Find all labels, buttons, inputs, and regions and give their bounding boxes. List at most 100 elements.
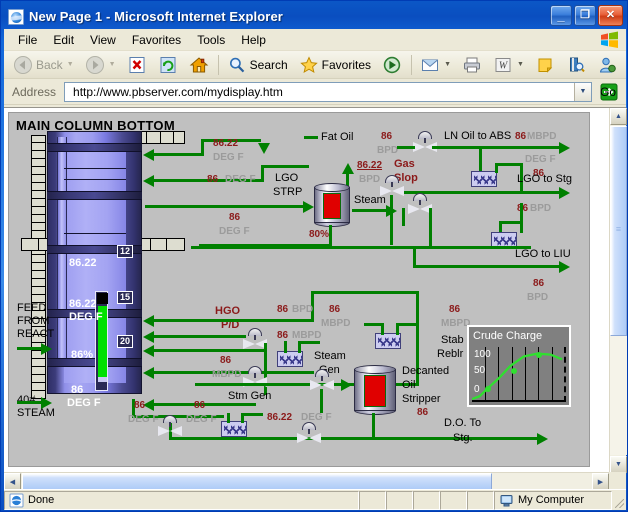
lgo-to-liu-label: LGO to LIU xyxy=(515,248,571,260)
stop-button[interactable] xyxy=(122,53,152,77)
back-arrow-icon xyxy=(13,55,33,75)
back-button[interactable]: Back ▼ xyxy=(8,53,79,77)
media-button[interactable] xyxy=(377,53,407,77)
page-done-icon xyxy=(9,493,24,508)
heat-exchanger-5 xyxy=(221,421,247,437)
steam-gen-label-1: Steam xyxy=(314,350,346,362)
arrow-lgo-to-liu xyxy=(559,261,570,273)
refresh-icon xyxy=(158,55,178,75)
arrow-mid-1 xyxy=(143,331,154,343)
status-bar: Done My Computer xyxy=(4,489,626,510)
pipe-ln-oil-in xyxy=(397,146,415,149)
messenger-button[interactable] xyxy=(592,53,622,77)
notes-button[interactable] xyxy=(530,53,560,77)
feed-label-line3: REACT xyxy=(17,328,55,340)
trend-plot-area: 100 50 0 xyxy=(472,347,566,402)
menu-item-file[interactable]: File xyxy=(10,31,45,49)
decanted-label-2: Oil xyxy=(402,379,416,391)
valve-bottom-left[interactable] xyxy=(157,415,183,437)
value-11-num: 86 xyxy=(277,330,289,341)
value-5-num: 86.22 xyxy=(357,160,383,171)
valve-ln-oil[interactable] xyxy=(412,131,438,153)
pipe-lgo-to-liu-drop xyxy=(413,246,416,266)
crude-charge-trend[interactable]: Crude Charge 100 50 0 xyxy=(467,325,571,407)
trend-marker xyxy=(484,385,491,392)
favorites-button[interactable]: Favorites xyxy=(294,53,376,77)
scroll-up-button[interactable]: ▲ xyxy=(610,108,627,125)
forward-button[interactable]: ▼ xyxy=(80,53,121,77)
resize-grip[interactable] xyxy=(612,491,626,510)
horizontal-scroll-thumb[interactable] xyxy=(22,473,492,490)
menu-item-edit[interactable]: Edit xyxy=(45,31,82,49)
minimize-button[interactable]: _ xyxy=(550,5,572,26)
fat-oil-label: Fat Oil xyxy=(321,131,354,143)
menu-item-view[interactable]: View xyxy=(82,31,124,49)
menu-item-tools[interactable]: Tools xyxy=(189,31,233,49)
column-reading-2-unit: DEG F xyxy=(69,311,103,323)
menu-item-help[interactable]: Help xyxy=(233,31,274,49)
value-3-unit: DEG F xyxy=(219,226,250,237)
value-4-unit: BPD xyxy=(377,145,399,156)
status-pane-4 xyxy=(440,490,467,510)
chevron-left-icon: ◀ xyxy=(9,478,16,486)
status-message-pane: Done xyxy=(4,490,359,510)
arrow-mid-3 xyxy=(143,367,154,379)
vertical-scrollbar[interactable]: ▲ ▼ xyxy=(609,108,627,473)
vertical-scroll-track[interactable] xyxy=(610,336,627,455)
back-label: Back xyxy=(36,57,63,72)
pipe-hx4-run xyxy=(396,323,418,326)
value-6-unit: MBPD xyxy=(527,131,557,142)
status-message: Done xyxy=(28,494,55,506)
lgo-strp-label-1: LGO xyxy=(275,172,299,184)
menu-item-favorites[interactable]: Favorites xyxy=(124,31,189,49)
address-dropdown-button[interactable]: ▼ xyxy=(574,82,591,101)
media-icon xyxy=(382,55,402,75)
edit-button[interactable]: W ▼ xyxy=(488,53,529,77)
horizontal-scrollbar[interactable]: ◀ ▶ xyxy=(4,472,609,490)
research-button[interactable] xyxy=(561,53,591,77)
pipe-ln-oil-out xyxy=(432,146,562,149)
home-button[interactable] xyxy=(184,53,214,77)
vertical-scroll-thumb[interactable] xyxy=(610,126,627,336)
close-button[interactable]: ✕ xyxy=(598,5,623,26)
arrow-do-to-stg xyxy=(537,433,548,445)
mail-dropdown-icon[interactable]: ▼ xyxy=(444,61,451,68)
back-dropdown-icon[interactable]: ▼ xyxy=(67,61,74,68)
level-indicator-top xyxy=(97,293,108,304)
status-pane-1 xyxy=(359,490,386,510)
scroll-right-button[interactable]: ▶ xyxy=(592,473,609,490)
address-input[interactable]: http://www.pbserver.com/mydisplay.htm ▼ xyxy=(64,81,592,102)
value-15-unit: DEG F xyxy=(186,414,217,425)
print-button[interactable] xyxy=(457,53,487,77)
edit-dropdown-icon[interactable]: ▼ xyxy=(517,61,524,68)
ie-page-icon xyxy=(8,8,24,25)
lgo-strp-label-2: STRP xyxy=(273,186,303,198)
star-icon xyxy=(299,55,319,75)
refresh-button[interactable] xyxy=(153,53,183,77)
vessel-top-cap xyxy=(314,183,350,192)
mail-button[interactable]: ▼ xyxy=(415,53,456,77)
stab-reblr-label-2: Reblr xyxy=(437,348,464,360)
pipe-hx5-in xyxy=(227,413,230,423)
valve-decanted-oil[interactable] xyxy=(309,369,335,391)
scroll-down-button[interactable]: ▼ xyxy=(610,456,627,473)
scroll-left-button[interactable]: ◀ xyxy=(4,473,21,490)
forward-dropdown-icon[interactable]: ▼ xyxy=(109,61,116,68)
column-ladder xyxy=(31,135,46,399)
value-13-num: 86 xyxy=(329,304,341,315)
maximize-button[interactable]: ❐ xyxy=(574,5,596,26)
value-16-num: 86.22 xyxy=(267,412,293,423)
arrow-decanted-in xyxy=(341,379,352,391)
level-indicator xyxy=(95,291,108,391)
address-bar: Address http://www.pbserver.com/mydispla… xyxy=(4,79,626,105)
pipe-top-2-run xyxy=(261,165,309,168)
valve-do-to-stg[interactable] xyxy=(296,422,322,444)
distillation-column: 12 15 20 86.22 86.22 DEG F 86% 86 DEG F … xyxy=(9,113,209,419)
search-button[interactable]: Search xyxy=(222,53,293,77)
value-1-num: 86.22 xyxy=(213,138,239,149)
vessel-level-fill xyxy=(364,375,386,407)
go-button[interactable]: Go xyxy=(596,82,622,102)
stab-reblr-label-1: Stab xyxy=(441,334,464,346)
valve-gas-slop[interactable] xyxy=(379,175,405,197)
do-to-stg-label-2: Stg. xyxy=(453,432,473,444)
